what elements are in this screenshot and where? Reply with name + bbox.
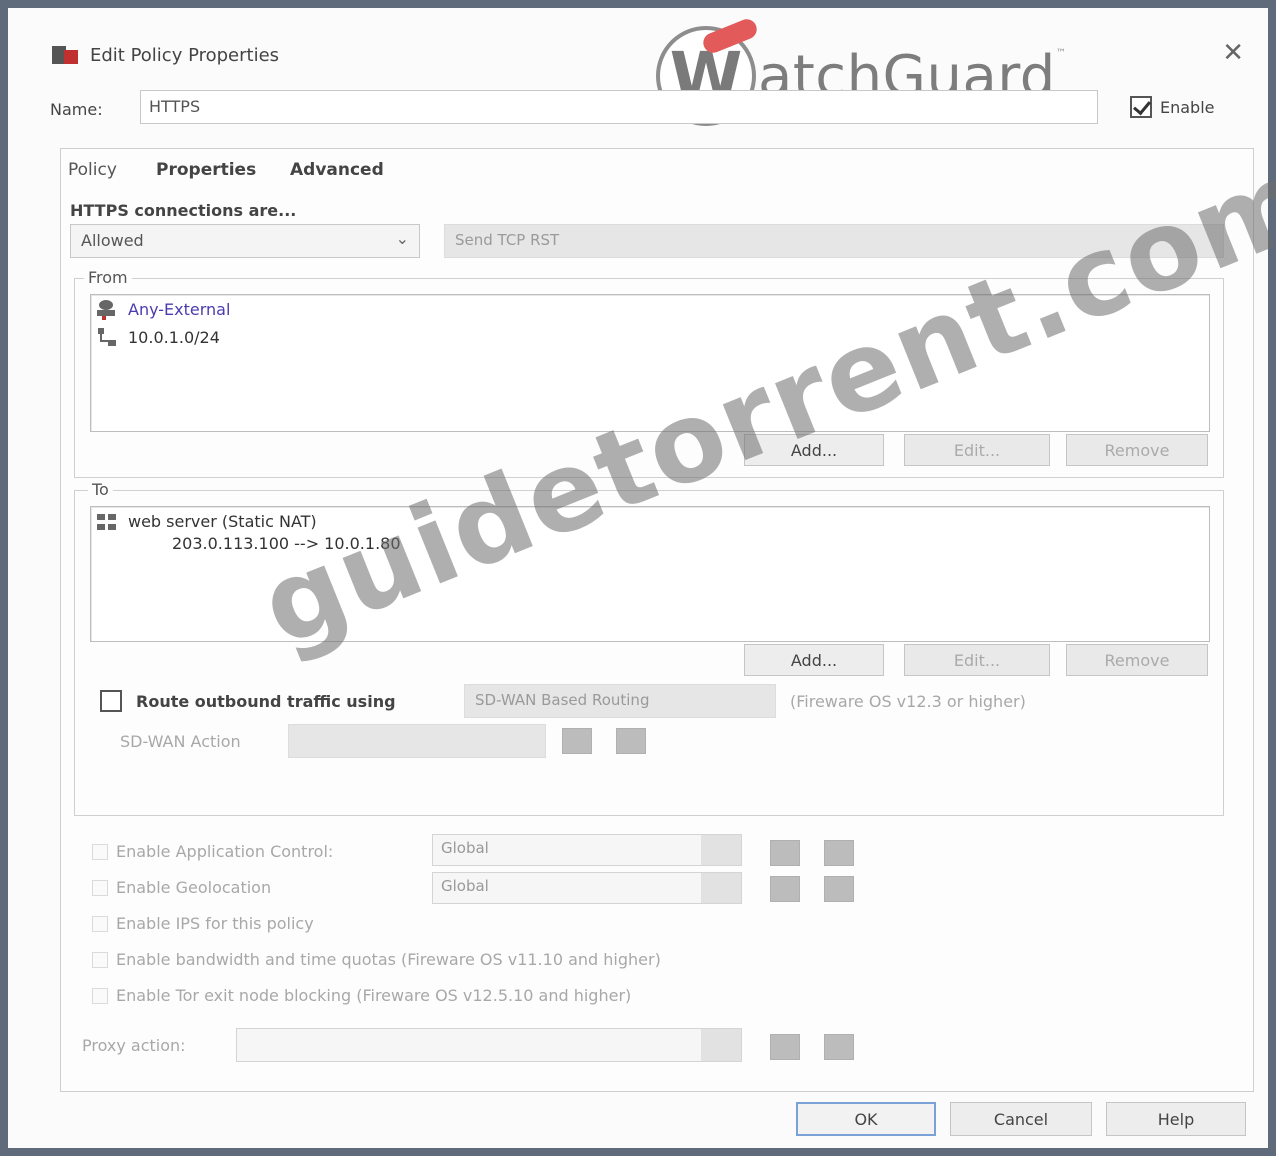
to-edit-button[interactable]: Edit...: [904, 644, 1050, 676]
sdwan-routing-select: SD-WAN Based Routing: [464, 684, 776, 718]
ips-checkbox[interactable]: [92, 916, 108, 932]
app-control-checkbox[interactable]: [92, 844, 108, 860]
tab-policy[interactable]: Policy: [68, 160, 117, 180]
edit-geolocation-icon[interactable]: [770, 876, 800, 902]
connections-select[interactable]: Allowed ⌄: [70, 224, 420, 258]
server-icon: [96, 510, 118, 532]
from-edit-button[interactable]: Edit...: [904, 434, 1050, 466]
ok-button[interactable]: OK: [796, 1102, 936, 1136]
app-control-select[interactable]: Global: [432, 834, 742, 866]
edit-proxy-icon[interactable]: [770, 1034, 800, 1060]
name-input[interactable]: HTTPS: [140, 90, 1098, 124]
from-list[interactable]: [90, 294, 1210, 432]
to-remove-button[interactable]: Remove: [1066, 644, 1208, 676]
name-label: Name:: [50, 100, 103, 119]
enable-checkbox[interactable]: [1130, 96, 1152, 118]
proxy-action-select[interactable]: [236, 1028, 742, 1062]
connections-label: HTTPS connections are...: [70, 201, 297, 220]
chevron-down-icon: ⌄: [395, 229, 409, 248]
list-item[interactable]: Any-External: [96, 298, 230, 320]
list-item[interactable]: 10.0.1.0/24: [96, 326, 220, 348]
enable-label: Enable: [1160, 98, 1215, 117]
from-remove-button[interactable]: Remove: [1066, 434, 1208, 466]
edit-sdwan-icon[interactable]: [562, 728, 592, 754]
to-legend: To: [88, 480, 113, 499]
clone-sdwan-icon[interactable]: [616, 728, 646, 754]
cancel-button[interactable]: Cancel: [950, 1102, 1092, 1136]
tor-blocking-checkbox[interactable]: [92, 988, 108, 1004]
dialog-title-bar: Edit Policy Properties: [52, 44, 279, 66]
from-add-button[interactable]: Add...: [744, 434, 884, 466]
tab-advanced[interactable]: Advanced: [290, 160, 384, 180]
proxy-action-label: Proxy action:: [82, 1036, 186, 1055]
send-tcp-rst-select: Send TCP RST: [444, 224, 1224, 258]
alias-icon: [96, 298, 118, 320]
clone-proxy-icon[interactable]: [824, 1034, 854, 1060]
list-item[interactable]: web server (Static NAT): [96, 510, 317, 532]
route-outbound-label: Route outbound traffic using: [136, 692, 396, 711]
geolocation-checkbox[interactable]: [92, 880, 108, 896]
geolocation-label: Enable Geolocation: [116, 878, 272, 897]
clone-geolocation-icon[interactable]: [824, 876, 854, 902]
tab-properties[interactable]: Properties: [156, 160, 256, 180]
close-icon[interactable]: ✕: [1222, 38, 1244, 68]
to-add-button[interactable]: Add...: [744, 644, 884, 676]
list-item-detail: 203.0.113.100 --> 10.0.1.80: [172, 534, 401, 553]
ips-label: Enable IPS for this policy: [116, 914, 314, 933]
sdwan-action-label: SD-WAN Action: [120, 732, 241, 751]
geolocation-select[interactable]: Global: [432, 872, 742, 904]
from-legend: From: [84, 268, 132, 287]
clone-app-control-icon[interactable]: [824, 840, 854, 866]
quotas-checkbox[interactable]: [92, 952, 108, 968]
help-button[interactable]: Help: [1106, 1102, 1246, 1136]
policy-app-icon: [52, 44, 80, 66]
route-version-note: (Fireware OS v12.3 or higher): [790, 692, 1026, 711]
edit-app-control-icon[interactable]: [770, 840, 800, 866]
dialog-window: Edit Policy Properties ✕ W atchGuard ™ N…: [0, 0, 1276, 1156]
network-icon: [96, 326, 118, 348]
tor-blocking-label: Enable Tor exit node blocking (Fireware …: [116, 986, 632, 1005]
route-outbound-checkbox[interactable]: [100, 690, 122, 712]
quotas-label: Enable bandwidth and time quotas (Firewa…: [116, 950, 661, 969]
dialog-title: Edit Policy Properties: [90, 44, 280, 66]
sdwan-action-select: [288, 724, 546, 758]
app-control-label: Enable Application Control:: [116, 842, 334, 861]
